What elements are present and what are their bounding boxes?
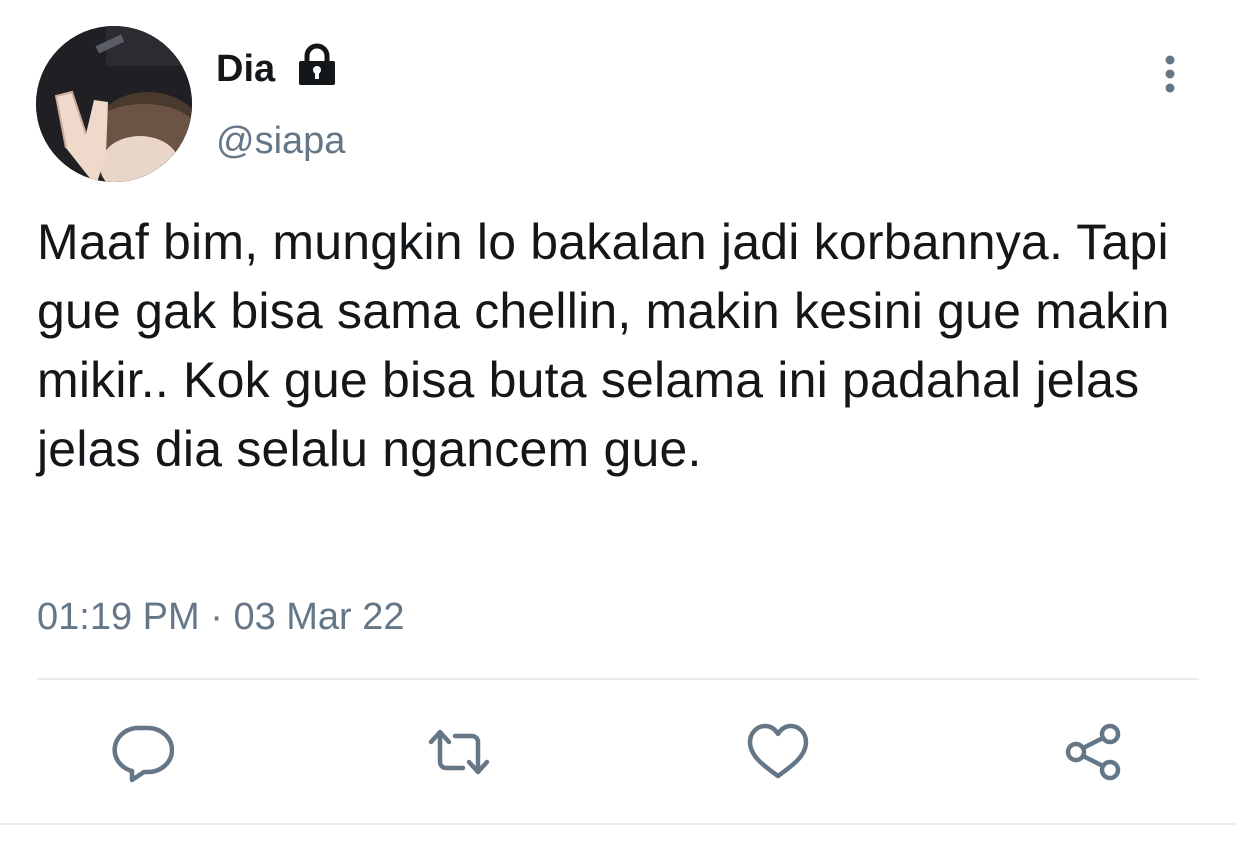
- heart-icon: [747, 723, 809, 779]
- lock-icon: [299, 43, 335, 85]
- comment-icon: [112, 725, 174, 783]
- display-name[interactable]: Dia: [216, 45, 275, 93]
- divider: [37, 678, 1199, 680]
- reply-button[interactable]: [110, 720, 174, 784]
- tweet-text: Maaf bim, mungkin lo bakalan jadi korban…: [37, 214, 1170, 477]
- more-vertical-icon[interactable]: [1152, 52, 1188, 98]
- tweet-time: 01:19 PM: [37, 596, 200, 638]
- tweet-timestamp[interactable]: 01:19 PM · 03 Mar 22: [37, 592, 405, 642]
- bottom-divider: [0, 823, 1235, 825]
- user-handle[interactable]: @siapa: [216, 117, 345, 165]
- tweet-date: 03 Mar 22: [233, 596, 405, 638]
- timestamp-separator: ·: [210, 596, 223, 638]
- avatar[interactable]: [36, 26, 192, 182]
- retweet-icon: [428, 729, 490, 775]
- tweet-card: Dia @siapa Maaf bim, mungkin lo bakalan …: [0, 0, 1235, 843]
- avatar-photo-icon: [36, 26, 192, 182]
- share-icon: [1065, 723, 1121, 781]
- retweet-button[interactable]: [427, 720, 491, 784]
- share-button[interactable]: [1062, 720, 1126, 784]
- like-button[interactable]: [746, 720, 810, 784]
